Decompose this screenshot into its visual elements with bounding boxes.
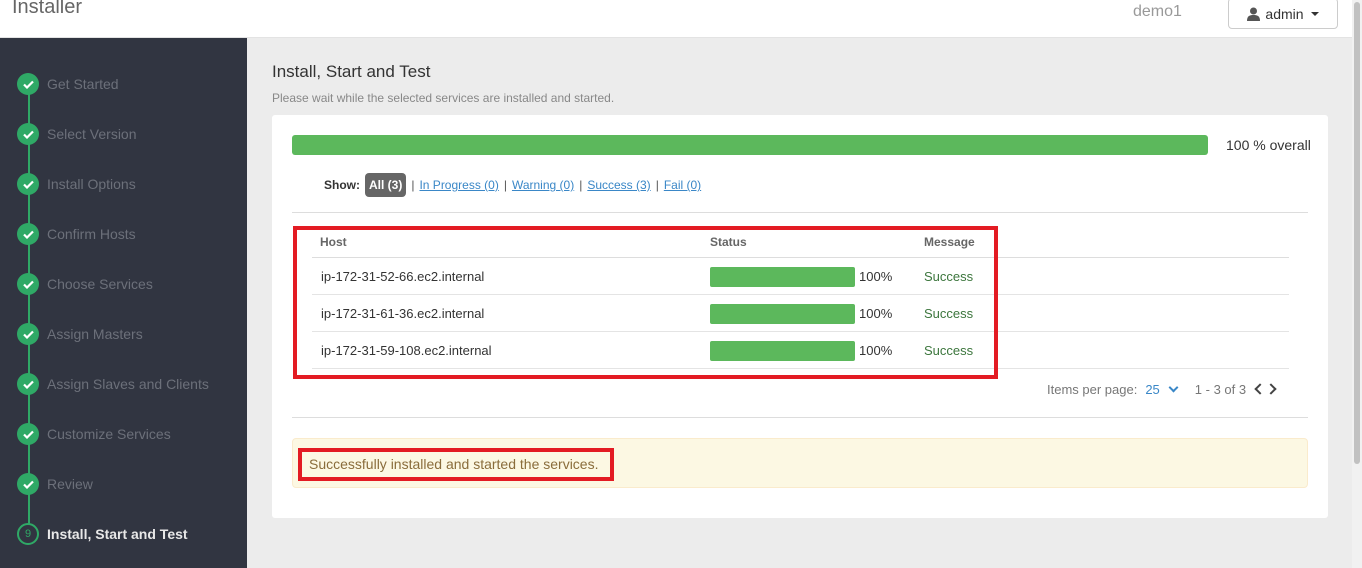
wizard-step-label: Install Options	[47, 176, 136, 192]
wizard-step-customize-services[interactable]: Customize Services	[17, 422, 171, 446]
divider	[292, 417, 1308, 418]
page-title: Install, Start and Test	[272, 62, 431, 81]
highlight-box-alert	[298, 448, 614, 481]
user-menu-label: admin	[1265, 5, 1304, 22]
overall-progress-fill	[292, 135, 1208, 155]
wizard-step-choose-services[interactable]: Choose Services	[17, 272, 153, 296]
user-menu-button[interactable]: admin	[1228, 0, 1338, 29]
chevron-down-icon	[1168, 382, 1179, 392]
step-connector-line	[28, 84, 30, 524]
items-per-page-select[interactable]: 25	[1145, 381, 1179, 397]
status-filter: Show: All (3) | In Progress (0) | Warnin…	[324, 172, 701, 198]
check-icon	[17, 323, 39, 345]
wizard-step-label: Choose Services	[47, 276, 153, 292]
next-page-icon[interactable]	[1265, 383, 1277, 395]
wizard-sidebar: Get Started Select Version Install Optio…	[0, 38, 247, 568]
caret-down-icon	[1310, 11, 1319, 16]
filter-in-progress-link[interactable]: In Progress (0)	[419, 178, 498, 192]
check-icon	[17, 223, 39, 245]
wizard-step-assign-masters[interactable]: Assign Masters	[17, 322, 143, 346]
wizard-step-select-version[interactable]: Select Version	[17, 122, 137, 146]
wizard-step-assign-slaves[interactable]: Assign Slaves and Clients	[17, 372, 209, 396]
check-icon	[17, 423, 39, 445]
previous-page-icon[interactable]	[1254, 383, 1266, 395]
user-icon	[1247, 7, 1261, 21]
filter-separator: |	[503, 178, 507, 192]
check-icon	[17, 373, 39, 395]
wizard-step-install-start-test[interactable]: 9 Install, Start and Test	[17, 522, 188, 546]
top-navbar: Installer demo1 admin	[0, 0, 1352, 38]
step-number-badge: 9	[17, 523, 39, 545]
check-icon	[17, 273, 39, 295]
wizard-step-label: Select Version	[47, 126, 137, 142]
wizard-step-label: Install, Start and Test	[47, 526, 188, 542]
filter-warning-link[interactable]: Warning (0)	[512, 178, 574, 192]
pagination: Items per page: 25 1 - 3 of 3	[1047, 380, 1277, 398]
filter-success-link[interactable]: Success (3)	[587, 178, 650, 192]
highlight-box-hosts-table	[293, 226, 998, 379]
check-icon	[17, 473, 39, 495]
wizard-step-install-options[interactable]: Install Options	[17, 172, 136, 196]
wizard-step-confirm-hosts[interactable]: Confirm Hosts	[17, 222, 136, 246]
overall-progress-bar	[292, 135, 1208, 155]
check-icon	[17, 123, 39, 145]
page-subtitle: Please wait while the selected services …	[272, 91, 615, 105]
divider	[292, 212, 1308, 213]
wizard-step-label: Assign Slaves and Clients	[47, 376, 209, 392]
filter-show-label: Show:	[324, 178, 360, 192]
wizard-step-label: Review	[47, 476, 93, 492]
wizard-step-label: Get Started	[47, 76, 119, 92]
pagination-nav	[1254, 383, 1277, 395]
wizard-step-label: Customize Services	[47, 426, 171, 442]
filter-all-button[interactable]: All (3)	[365, 173, 407, 197]
pagination-range: 1 - 3 of 3	[1194, 381, 1247, 397]
app-title: Installer	[12, 0, 83, 18]
filter-separator: |	[411, 178, 415, 192]
filter-separator: |	[579, 178, 583, 192]
wizard-step-label: Confirm Hosts	[47, 226, 136, 242]
check-icon	[17, 173, 39, 195]
check-icon	[17, 73, 39, 95]
wizard-step-get-started[interactable]: Get Started	[17, 72, 119, 96]
items-per-page-value: 25	[1145, 381, 1160, 397]
page-scrollbar[interactable]	[1352, 0, 1362, 568]
items-per-page-label: Items per page:	[1047, 381, 1138, 397]
filter-fail-link[interactable]: Fail (0)	[664, 178, 701, 192]
wizard-step-label: Assign Masters	[47, 326, 143, 342]
wizard-step-review[interactable]: Review	[17, 472, 93, 496]
cluster-name: demo1	[1133, 3, 1182, 20]
scrollbar-thumb[interactable]	[1354, 2, 1360, 464]
overall-progress-label: 100 % overall	[1226, 137, 1311, 153]
filter-separator: |	[655, 178, 659, 192]
